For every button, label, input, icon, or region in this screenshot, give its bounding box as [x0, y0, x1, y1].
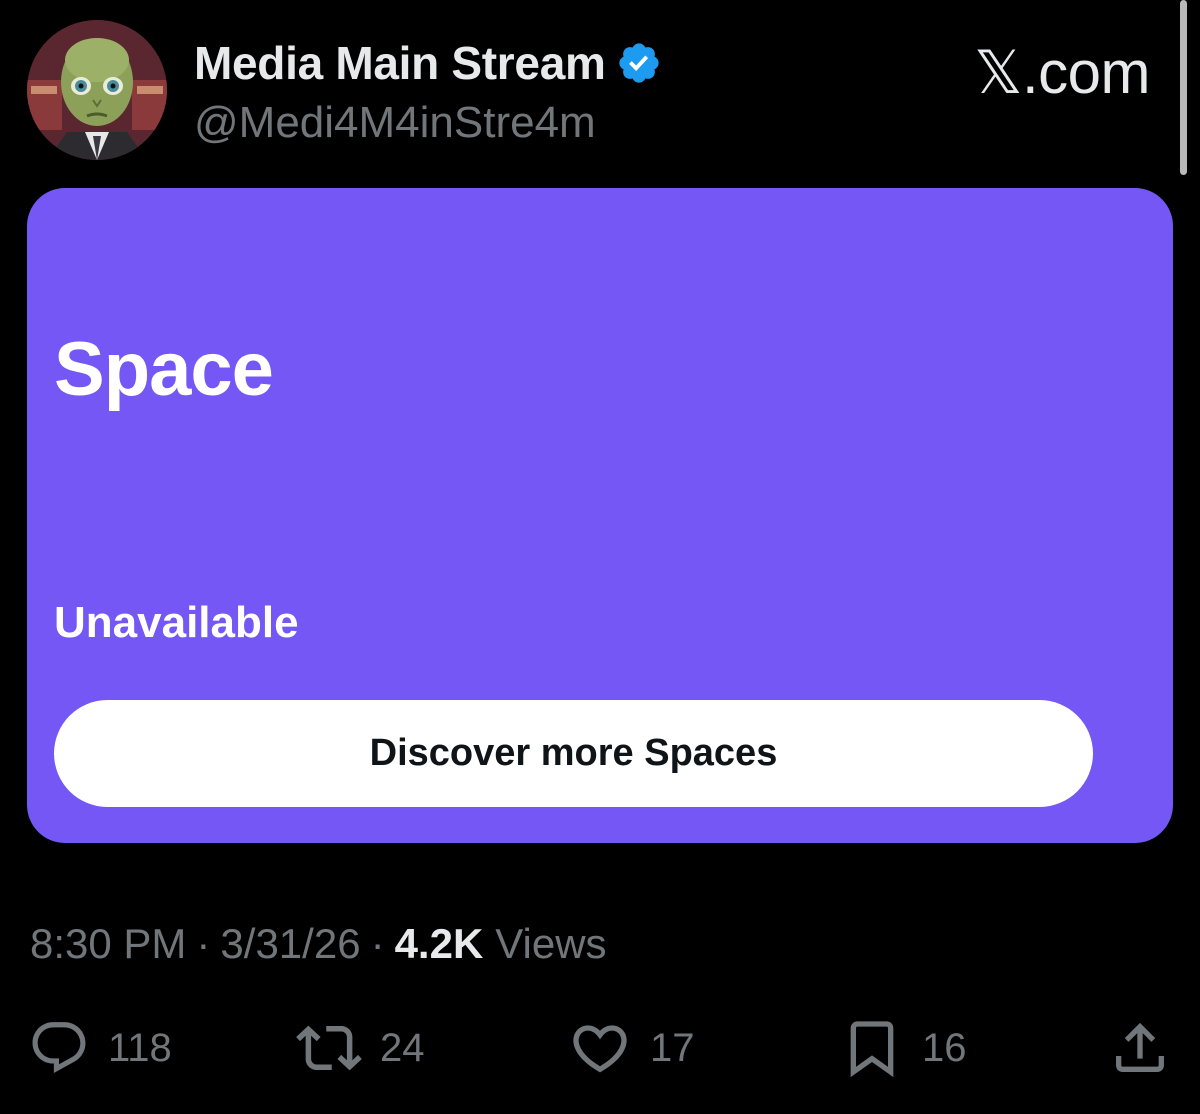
tweet-date[interactable]: 3/31/26 — [220, 920, 360, 968]
xcom-watermark: 𝕏.com — [974, 39, 1150, 106]
avatar[interactable] — [27, 20, 167, 160]
share-icon — [1108, 1016, 1172, 1080]
bookmark-button[interactable]: 16 — [840, 1010, 967, 1086]
views-label[interactable]: Views — [495, 920, 606, 968]
meta-separator: · — [370, 920, 385, 967]
verified-badge-icon — [616, 40, 662, 86]
space-status: Unavailable — [54, 598, 299, 647]
share-button[interactable] — [1108, 1010, 1172, 1086]
reply-icon — [28, 1017, 90, 1079]
retweet-count: 24 — [380, 1025, 425, 1070]
reply-button[interactable]: 118 — [28, 1010, 172, 1086]
retweet-icon — [296, 1015, 362, 1081]
discover-more-spaces-button[interactable]: Discover more Spaces — [54, 700, 1093, 807]
like-icon — [568, 1016, 632, 1080]
tweet-screenshot: Media Main Stream @Medi4M4inStre4m 𝕏.com… — [0, 0, 1200, 1114]
scrollbar[interactable] — [1180, 0, 1187, 175]
like-count: 17 — [650, 1025, 695, 1070]
author-name-row: Media Main Stream — [194, 36, 662, 90]
retweet-button[interactable]: 24 — [296, 1010, 425, 1086]
reply-count: 118 — [108, 1025, 172, 1070]
action-bar: 118 24 17 16 — [0, 1010, 1200, 1090]
tweet-meta: 8:30 PM · 3/31/26 · 4.2K Views — [30, 920, 607, 968]
alien-avatar-image — [27, 20, 167, 160]
tweet-time[interactable]: 8:30 PM — [30, 920, 186, 968]
bookmark-count: 16 — [922, 1025, 967, 1070]
meta-separator: · — [196, 920, 211, 967]
space-title: Space — [54, 327, 274, 412]
bookmark-icon — [840, 1016, 904, 1080]
space-card[interactable]: Space Unavailable Discover more Spaces — [27, 188, 1173, 843]
views-count[interactable]: 4.2K — [395, 920, 484, 968]
author-display-name[interactable]: Media Main Stream — [194, 36, 606, 90]
like-button[interactable]: 17 — [568, 1010, 695, 1086]
author-handle[interactable]: @Medi4M4inStre4m — [194, 98, 596, 148]
